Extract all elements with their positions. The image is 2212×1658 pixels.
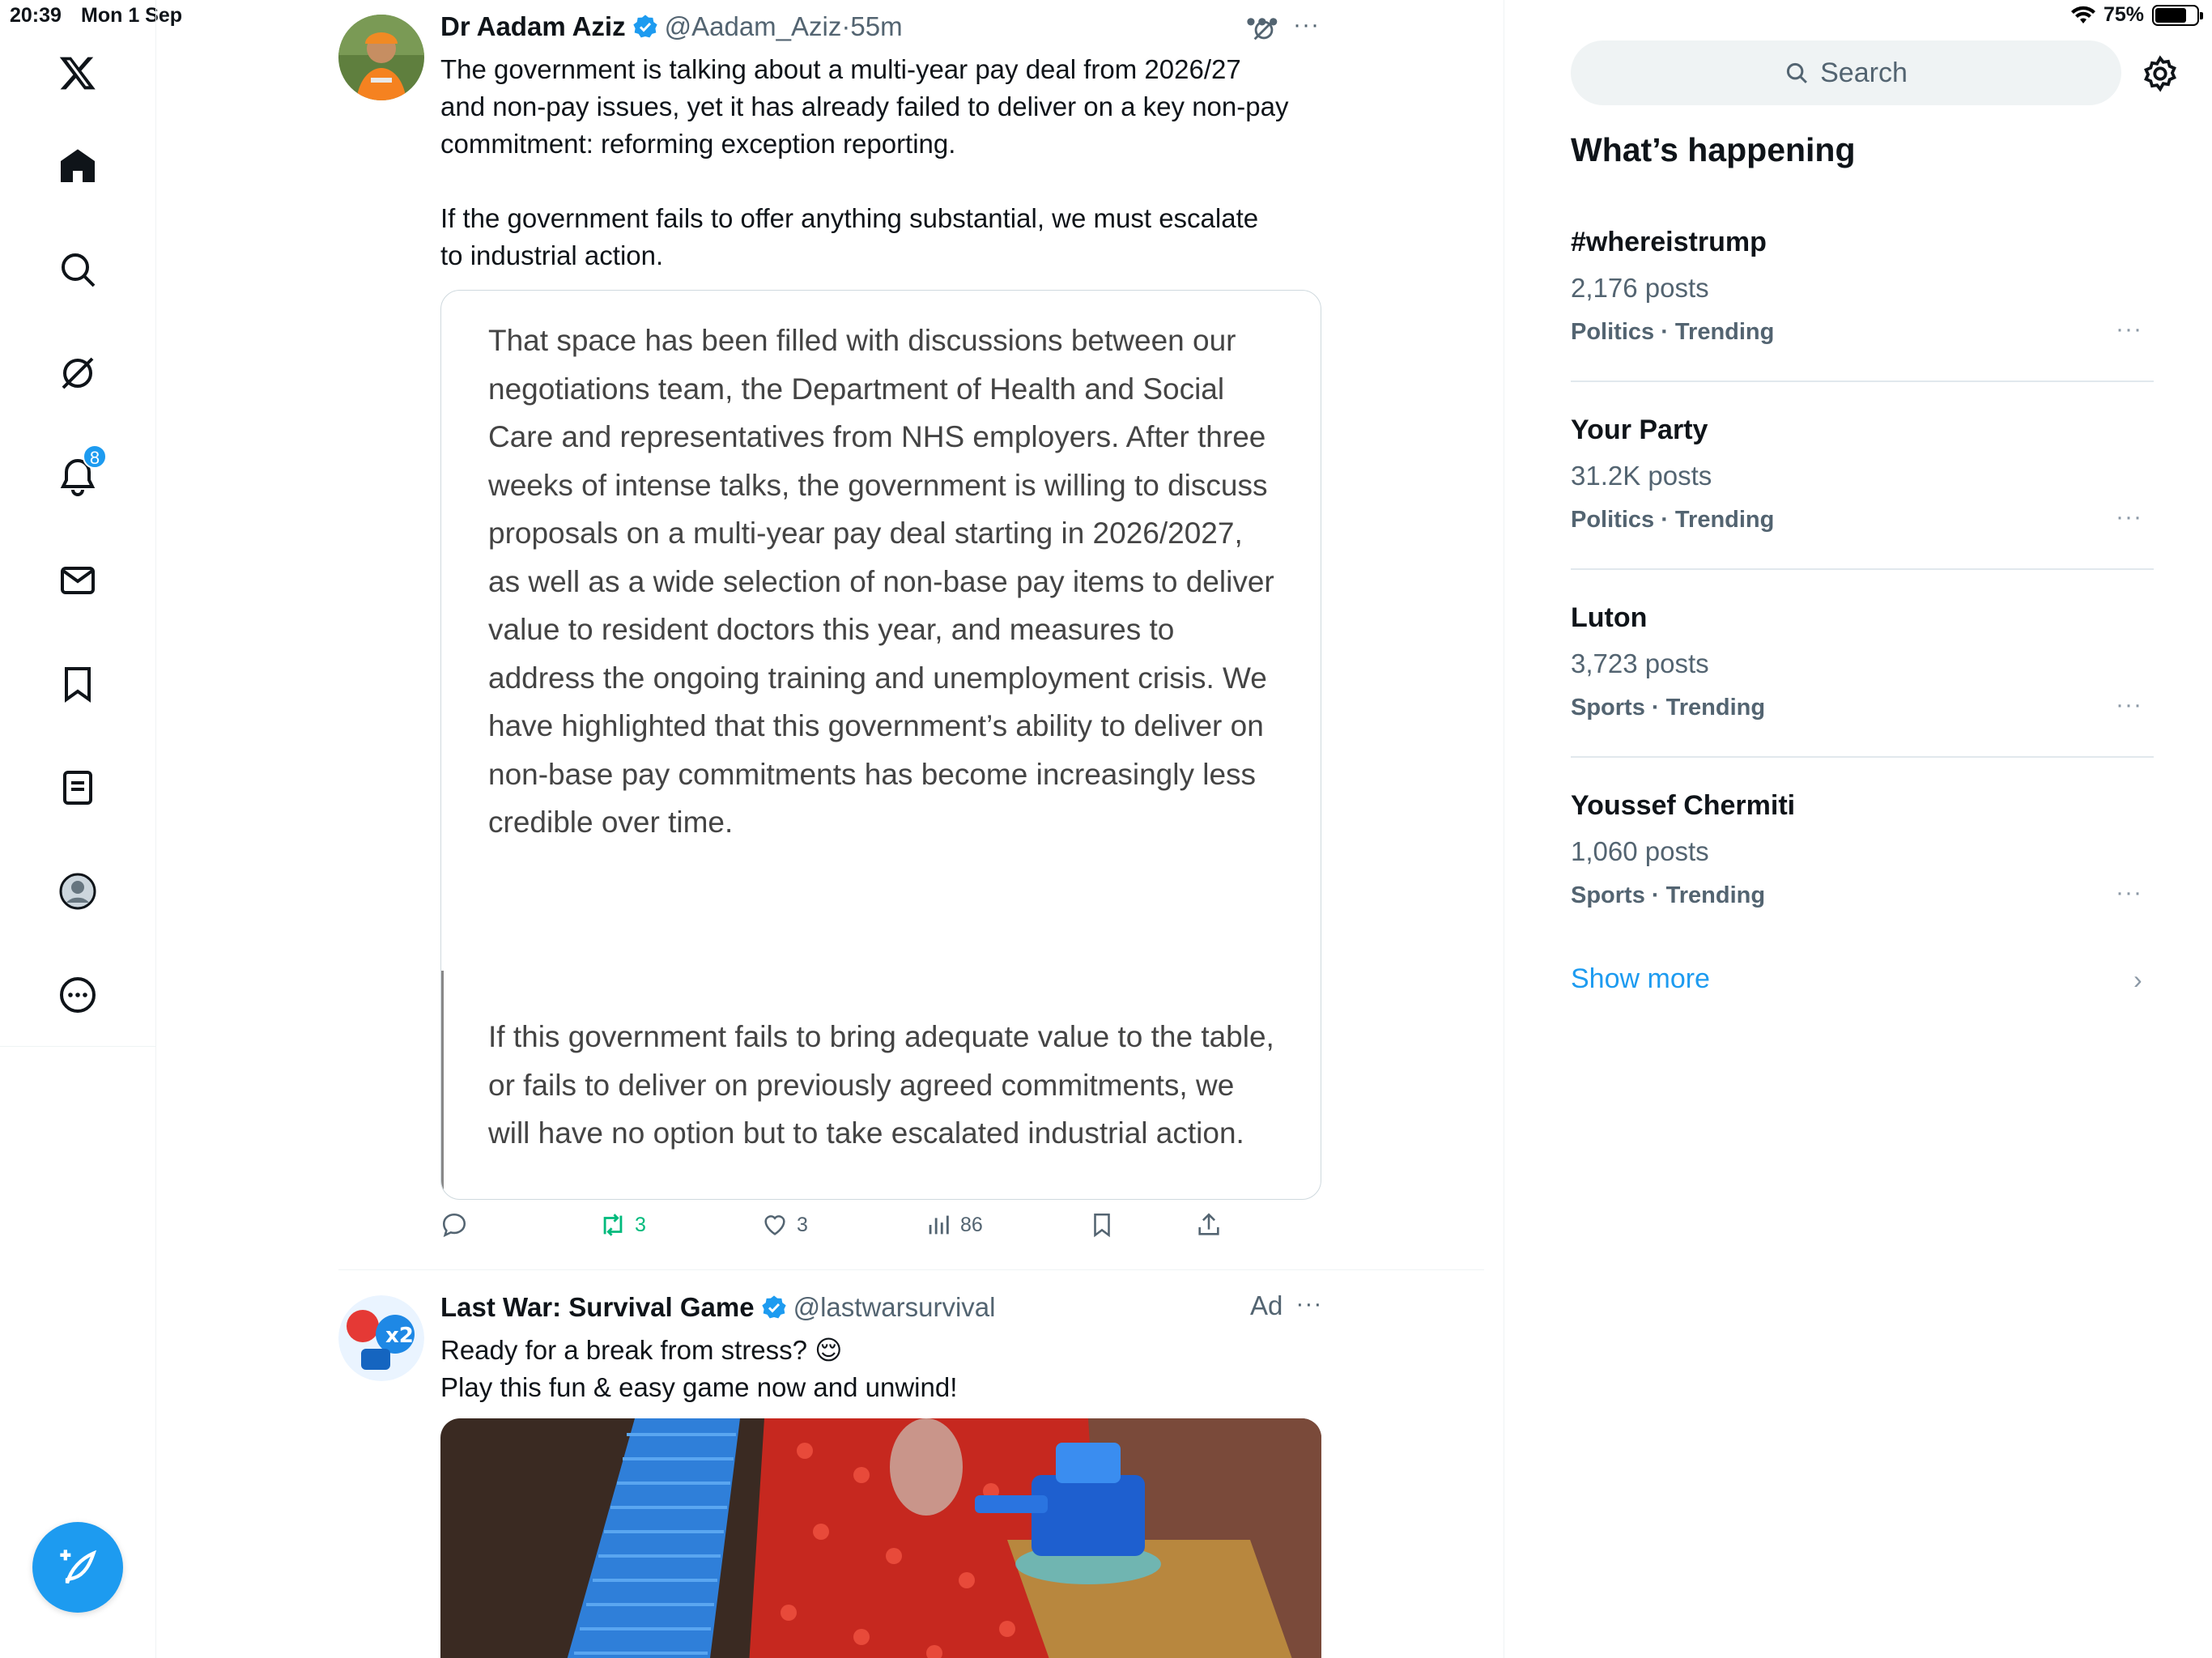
avatar[interactable] (338, 15, 424, 100)
search-icon (1787, 62, 1808, 83)
tweet-time[interactable]: 55m (850, 11, 902, 42)
separator-dot: · (841, 11, 851, 41)
trend-item[interactable]: #whereistrump 2,176 posts Politics · Tre… (1571, 227, 2154, 415)
tweet-text: Ready for a break from stress? 😌 Play th… (440, 1335, 958, 1402)
author-name[interactable]: Dr Aadam Aziz (440, 11, 626, 42)
retweet-count: 3 (635, 1213, 646, 1236)
mail-icon (61, 567, 95, 594)
show-more-link[interactable]: Show more (1571, 963, 1710, 995)
nav-grok[interactable] (37, 333, 118, 414)
trend-meta: Sports · Trending (1571, 882, 1766, 908)
tweet-image[interactable]: That space has been filled with discussi… (440, 290, 1321, 1200)
image-text-paragraph-2: If this government fails to bring adequa… (488, 1020, 1274, 1150)
trend-divider (1571, 756, 2154, 758)
author-handle[interactable]: @lastwarsurvival (793, 1292, 996, 1323)
author-name[interactable]: Last War: Survival Game (440, 1292, 755, 1323)
svg-text:x2: x2 (385, 1324, 414, 1348)
section-title: What’s happening (1571, 131, 1856, 168)
nav-lists[interactable] (37, 747, 118, 828)
settings-gear-icon[interactable] (2142, 55, 2179, 92)
profile-avatar-icon (59, 873, 96, 910)
more-options-icon[interactable]: ··· (2116, 879, 2142, 907)
ad-label-row: Ad ··· (1250, 1290, 1322, 1321)
right-sidebar: Search What’s happening #whereistrump 2,… (1505, 0, 2212, 1658)
notifications-badge: 8 (83, 444, 107, 469)
reply-icon (442, 1213, 466, 1238)
tweet-header: Last War: Survival Game @lastwarsurvival (440, 1292, 995, 1323)
image-quote-bar (441, 971, 444, 1199)
nav-profile[interactable] (37, 851, 118, 932)
search-placeholder: Search (1820, 57, 1908, 88)
nav-notifications[interactable]: 8 (37, 436, 118, 517)
trend-divider (1571, 380, 2154, 382)
bookmark-icon (65, 667, 91, 703)
trend-meta: Sports · Trending (1571, 695, 1766, 721)
more-options-icon[interactable]: ··· (2116, 691, 2142, 719)
trend-posts: 1,060 posts (1571, 836, 1709, 866)
search-icon (62, 253, 96, 287)
trend-item[interactable]: Youssef Chermiti 1,060 posts Sports · Tr… (1571, 790, 2154, 979)
avatar[interactable]: x2 (338, 1295, 424, 1381)
compose-button[interactable] (32, 1522, 123, 1613)
verified-badge-icon (632, 15, 657, 38)
image-text-paragraph-1: That space has been filled with discussi… (488, 324, 1274, 839)
nav-messages[interactable] (37, 540, 118, 621)
trend-item[interactable]: Your Party 31.2K posts Politics · Trendi… (1571, 414, 2154, 603)
chevron-right-icon[interactable]: › (2133, 965, 2142, 995)
share-button[interactable] (1195, 1211, 1223, 1239)
trend-name: Your Party (1571, 414, 1708, 445)
nav-divider (0, 1046, 156, 1047)
views-chart-icon (929, 1215, 949, 1235)
timeline: ••• Dr Aadam Aziz @Aadam_Aziz · 55m ··· … (157, 0, 1504, 1658)
trend-meta: Politics · Trending (1571, 507, 1775, 533)
trend-posts: 31.2K posts (1571, 461, 1712, 491)
nav-home[interactable] (37, 125, 118, 206)
grok-icon (62, 357, 94, 389)
bookmark-icon (1094, 1213, 1110, 1238)
bookmark-button[interactable] (1088, 1211, 1116, 1239)
trend-divider (1571, 568, 2154, 570)
retweet-icon (603, 1214, 623, 1236)
tweet-actions: 3 3 86 (440, 1211, 1331, 1252)
author-handle[interactable]: @Aadam_Aziz (665, 11, 842, 42)
reply-button[interactable] (440, 1211, 476, 1239)
tweet-header: Dr Aadam Aziz @Aadam_Aziz · 55m (440, 11, 903, 42)
tweet-divider (338, 1269, 1484, 1270)
left-nav: 8 (0, 0, 156, 1658)
more-options-icon[interactable]: ··· (2116, 316, 2142, 343)
more-options-icon[interactable]: ··· (1293, 11, 1320, 39)
trend-posts: 3,723 posts (1571, 648, 1709, 678)
nav-more[interactable] (37, 954, 118, 1035)
more-circle-icon (60, 977, 96, 1013)
grok-icon[interactable] (1250, 16, 1278, 44)
more-options-icon[interactable]: ··· (1295, 1290, 1322, 1321)
trend-posts: 2,176 posts (1571, 273, 1709, 303)
views-count: 86 (960, 1213, 983, 1236)
heart-icon (764, 1215, 785, 1235)
x-logo-icon[interactable] (37, 32, 118, 113)
trend-item[interactable]: Luton 3,723 posts Sports · Trending ··· (1571, 602, 2154, 791)
ad-label: Ad (1250, 1290, 1283, 1320)
retweet-button[interactable]: 3 (599, 1211, 646, 1239)
compose-feather-icon (60, 1550, 97, 1584)
share-icon (1198, 1213, 1219, 1235)
list-icon (63, 771, 92, 805)
trend-name: #whereistrump (1571, 227, 1767, 257)
nav-explore[interactable] (37, 229, 118, 310)
home-icon (61, 149, 95, 182)
like-button[interactable]: 3 (761, 1211, 808, 1239)
ad-media[interactable] (440, 1418, 1321, 1658)
tweet-text: The government is talking about a multi-… (440, 54, 1289, 270)
views-button[interactable]: 86 (925, 1211, 983, 1239)
search-input[interactable]: Search (1571, 40, 2121, 105)
like-count: 3 (797, 1213, 808, 1236)
nav-bookmarks[interactable] (37, 644, 118, 725)
trend-meta: Politics · Trending (1571, 319, 1775, 345)
verified-badge-icon (761, 1295, 786, 1319)
more-options-icon[interactable]: ··· (2116, 504, 2142, 531)
trend-name: Luton (1571, 602, 1648, 633)
trend-name: Youssef Chermiti (1571, 790, 1796, 821)
